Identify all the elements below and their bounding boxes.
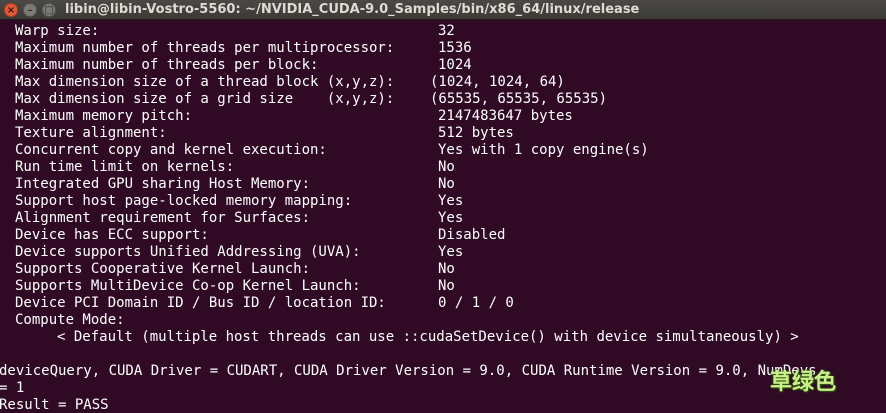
property-value: Yes bbox=[438, 244, 464, 260]
property-value: 2147483647 bytes bbox=[438, 108, 573, 124]
property-row: Integrated GPU sharing Host Memory: No bbox=[0, 176, 886, 193]
property-row: Max dimension size of a grid size (x,y,z… bbox=[0, 91, 886, 108]
title-bar: × – □ libin@libin-Vostro-5560: ~/NVIDIA_… bbox=[0, 0, 886, 20]
watermark: 草绿色 bbox=[770, 370, 837, 395]
property-value: 32 bbox=[438, 23, 455, 39]
property-label: Device supports Unified Addressing (UVA)… bbox=[15, 244, 361, 260]
property-label: Alignment requirement for Surfaces: bbox=[15, 210, 311, 226]
property-value: 1536 bbox=[438, 40, 472, 56]
property-value: Disabled bbox=[438, 227, 506, 243]
property-label: Support host page-locked memory mapping: bbox=[15, 193, 353, 209]
property-label: Maximum memory pitch: bbox=[15, 108, 193, 124]
compute-mode-value: < Default (multiple host threads can use… bbox=[57, 329, 799, 345]
property-row: Run time limit on kernels: No bbox=[0, 159, 886, 176]
property-row: Alignment requirement for Surfaces: Yes bbox=[0, 210, 886, 227]
property-row: Support host page-locked memory mapping:… bbox=[0, 193, 886, 210]
property-value: 512 bytes bbox=[438, 125, 514, 141]
property-row: Maximum number of threads per block: 102… bbox=[0, 57, 886, 74]
property-label: Run time limit on kernels: bbox=[15, 159, 235, 175]
property-row: Supports Cooperative Kernel Launch: No bbox=[0, 261, 886, 278]
property-value: Yes bbox=[438, 210, 464, 226]
property-label: Device has ECC support: bbox=[15, 227, 209, 243]
terminal-window: × – □ libin@libin-Vostro-5560: ~/NVIDIA_… bbox=[0, 0, 886, 413]
property-row: Max dimension size of a thread block (x,… bbox=[0, 74, 886, 91]
summary-line-continuation: = 1 bbox=[0, 380, 25, 396]
compute-mode-row: Compute Mode: bbox=[0, 312, 886, 329]
property-label: Max dimension size of a thread block (x,… bbox=[15, 74, 395, 90]
summary-line: deviceQuery, CUDA Driver = CUDART, CUDA … bbox=[0, 363, 817, 379]
property-value: (1024, 1024, 64) bbox=[430, 74, 565, 90]
property-value: Yes with 1 copy engine(s) bbox=[438, 142, 649, 158]
minimize-button[interactable]: – bbox=[23, 3, 37, 17]
property-row: Device has ECC support: Disabled bbox=[0, 227, 886, 244]
property-label: Maximum number of threads per block: bbox=[15, 57, 319, 73]
summary-row: deviceQuery, CUDA Driver = CUDART, CUDA … bbox=[0, 363, 886, 380]
property-row: Device PCI Domain ID / Bus ID / location… bbox=[0, 295, 886, 312]
terminal-output[interactable]: Warp size: 32 Maximum number of threads … bbox=[0, 23, 886, 413]
property-label: Texture alignment: bbox=[15, 125, 167, 141]
property-label: Device PCI Domain ID / Bus ID / location… bbox=[15, 295, 386, 311]
property-value: No bbox=[438, 176, 455, 192]
property-row: Device supports Unified Addressing (UVA)… bbox=[0, 244, 886, 261]
summary-continuation-row: = 1 bbox=[0, 380, 886, 397]
result-row: Result = PASS bbox=[0, 397, 886, 413]
property-value: No bbox=[438, 278, 455, 294]
property-row: Supports MultiDevice Co-op Kernel Launch… bbox=[0, 278, 886, 295]
property-value: No bbox=[438, 261, 455, 277]
property-label: Warp size: bbox=[15, 23, 100, 39]
property-value: 1024 bbox=[438, 57, 472, 73]
property-value: No bbox=[438, 159, 455, 175]
property-value: (65535, 65535, 65535) bbox=[430, 91, 608, 107]
property-value: 0 / 1 / 0 bbox=[438, 295, 514, 311]
property-label: Integrated GPU sharing Host Memory: bbox=[15, 176, 311, 192]
property-label: Concurrent copy and kernel execution: bbox=[15, 142, 327, 158]
result-line: Result = PASS bbox=[0, 397, 109, 413]
property-row: Concurrent copy and kernel execution: Ye… bbox=[0, 142, 886, 159]
property-row: Texture alignment: 512 bytes bbox=[0, 125, 886, 142]
close-button[interactable]: × bbox=[4, 3, 18, 17]
property-row: Maximum number of threads per multiproce… bbox=[0, 40, 886, 57]
property-row: Warp size: 32 bbox=[0, 23, 886, 40]
property-label: Maximum number of threads per multiproce… bbox=[15, 40, 395, 56]
window-title: libin@libin-Vostro-5560: ~/NVIDIA_CUDA-9… bbox=[65, 2, 640, 17]
maximize-button[interactable]: □ bbox=[42, 3, 56, 17]
property-row: Maximum memory pitch: 2147483647 bytes bbox=[0, 108, 886, 125]
property-value: Yes bbox=[438, 193, 464, 209]
compute-mode-label: Compute Mode: bbox=[15, 312, 125, 328]
property-label: Supports MultiDevice Co-op Kernel Launch… bbox=[15, 278, 361, 294]
property-label: Max dimension size of a grid size (x,y,z… bbox=[15, 91, 395, 107]
compute-mode-value-row: < Default (multiple host threads can use… bbox=[0, 329, 886, 346]
property-label: Supports Cooperative Kernel Launch: bbox=[15, 261, 311, 277]
